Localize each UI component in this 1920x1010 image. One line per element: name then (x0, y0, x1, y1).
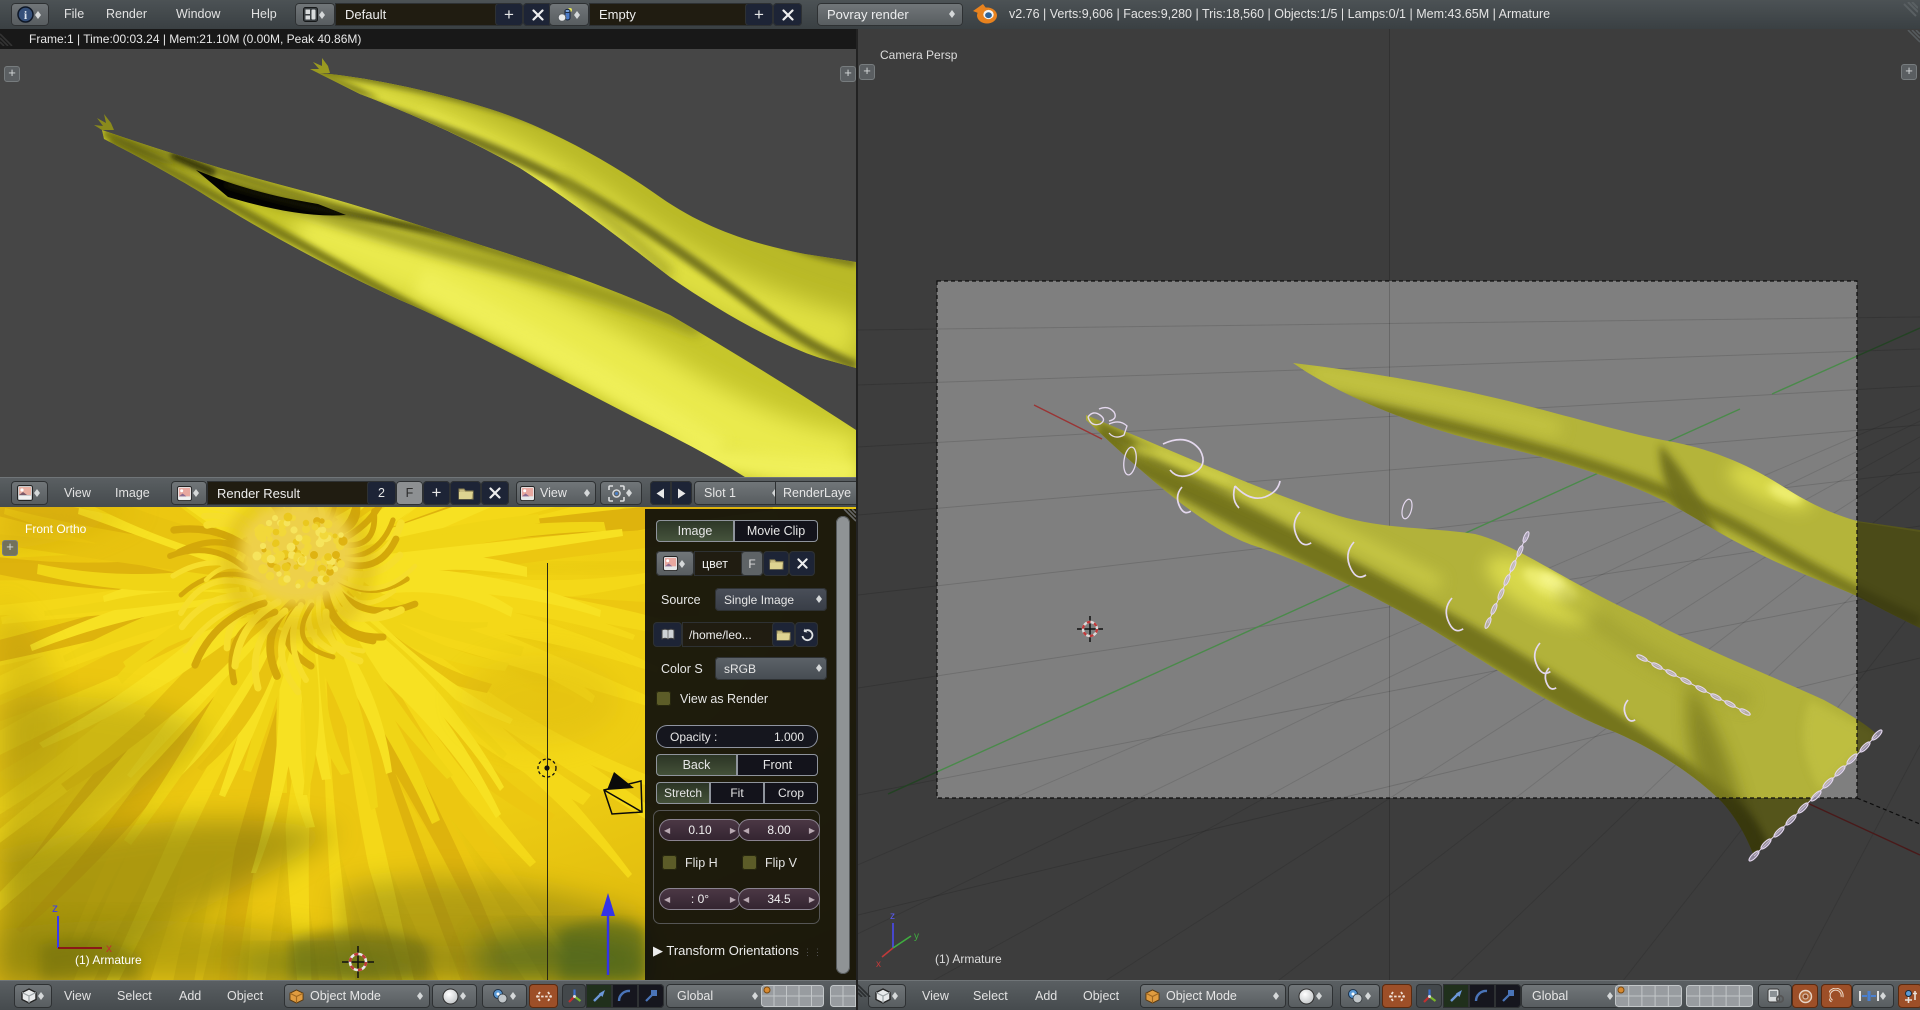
svg-text:z: z (52, 901, 58, 915)
svg-text:z: z (890, 911, 895, 922)
svg-text:y: y (914, 931, 919, 942)
svg-text:x: x (876, 959, 881, 970)
